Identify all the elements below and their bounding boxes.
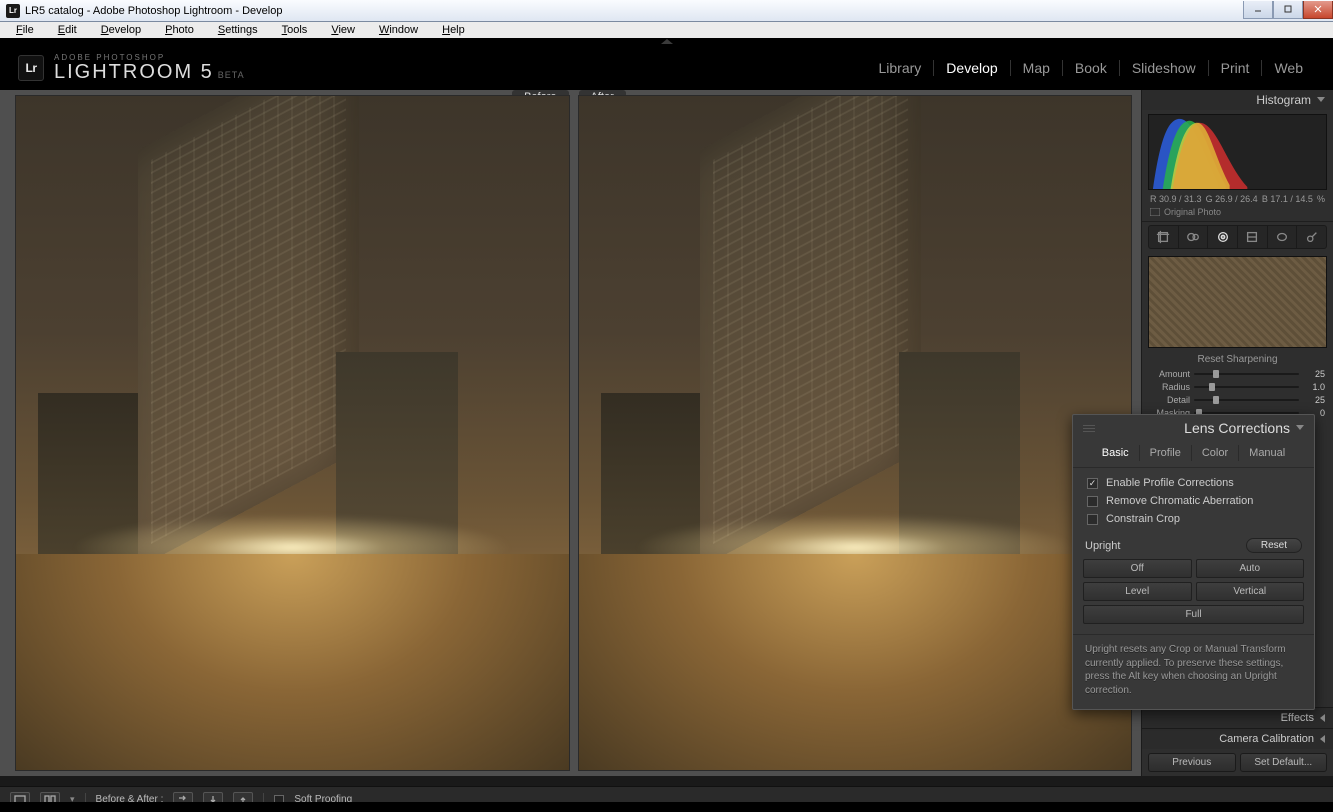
canvas-area: Before After: [0, 90, 1141, 776]
menubar: File Edit Develop Photo Settings Tools V…: [0, 22, 1333, 38]
upright-help-text: Upright resets any Crop or Manual Transf…: [1073, 635, 1314, 709]
lens-tabs: Basic Profile Color Manual: [1073, 441, 1314, 468]
tab-basic[interactable]: Basic: [1092, 445, 1140, 461]
radial-filter-tool[interactable]: [1268, 226, 1298, 248]
redeye-tool[interactable]: [1208, 226, 1238, 248]
upright-full-button[interactable]: Full: [1083, 605, 1304, 624]
upright-level-button[interactable]: Level: [1083, 582, 1192, 601]
histogram[interactable]: [1148, 114, 1327, 190]
module-print[interactable]: Print: [1209, 60, 1263, 76]
menu-tools[interactable]: Tools: [270, 23, 320, 37]
brand-big: LIGHTROOM 5: [54, 61, 214, 83]
module-book[interactable]: Book: [1063, 60, 1120, 76]
checkbox-icon: [1087, 514, 1098, 525]
photo-icon: [1150, 208, 1160, 216]
checkbox-checked-icon: [1087, 478, 1098, 489]
upright-auto-button[interactable]: Auto: [1196, 559, 1305, 578]
enable-profile-corrections-checkbox[interactable]: Enable Profile Corrections: [1073, 474, 1314, 492]
constrain-crop-checkbox[interactable]: Constrain Crop: [1073, 510, 1314, 528]
panel-grip-icon[interactable]: [1083, 425, 1095, 432]
graduated-filter-tool[interactable]: [1238, 226, 1268, 248]
original-photo-row[interactable]: Original Photo: [1142, 206, 1333, 222]
after-pane: After: [579, 96, 1132, 770]
set-default-button[interactable]: Set Default...: [1240, 753, 1328, 772]
effects-panel-header[interactable]: Effects: [1142, 707, 1333, 728]
window-close-button[interactable]: [1303, 1, 1333, 19]
brand-beta: BETA: [218, 70, 245, 80]
slider-radius[interactable]: Radius1.0: [1150, 380, 1325, 393]
module-slideshow[interactable]: Slideshow: [1120, 60, 1209, 76]
module-picker: Library Develop Map Book Slideshow Print…: [867, 60, 1316, 76]
chevron-down-icon: [1317, 97, 1325, 106]
slider-amount[interactable]: Amount25: [1150, 367, 1325, 380]
develop-toolstrip: [1148, 225, 1327, 249]
module-web[interactable]: Web: [1262, 60, 1315, 76]
module-map[interactable]: Map: [1011, 60, 1063, 76]
menu-help[interactable]: Help: [430, 23, 477, 37]
checkbox-icon: [1087, 496, 1098, 507]
camera-calibration-panel-header[interactable]: Camera Calibration: [1142, 728, 1333, 749]
upright-vertical-button[interactable]: Vertical: [1196, 582, 1305, 601]
after-photo[interactable]: [579, 96, 1132, 770]
upright-label: Upright: [1085, 540, 1120, 552]
histogram-panel-header[interactable]: Histogram: [1142, 90, 1333, 110]
upright-off-button[interactable]: Off: [1083, 559, 1192, 578]
menu-settings[interactable]: Settings: [206, 23, 270, 37]
window-minimize-button[interactable]: [1243, 1, 1273, 19]
adjustment-brush-tool[interactable]: [1297, 226, 1326, 248]
menu-edit[interactable]: Edit: [46, 23, 89, 37]
tab-profile[interactable]: Profile: [1140, 445, 1192, 461]
chevron-left-icon: [1320, 714, 1325, 722]
chevron-down-icon[interactable]: [1296, 425, 1304, 434]
previous-button[interactable]: Previous: [1148, 753, 1236, 772]
lens-corrections-title: Lens Corrections: [1184, 420, 1290, 436]
lens-corrections-panel: Lens Corrections Basic Profile Color Man…: [1072, 414, 1315, 710]
chevron-left-icon: [1320, 735, 1325, 743]
window-maximize-button[interactable]: [1273, 1, 1303, 19]
lightroom-logo: Lr: [18, 55, 44, 81]
top-panel-collapse-cue[interactable]: [0, 38, 1333, 46]
app-icon: Lr: [6, 4, 20, 18]
crop-tool[interactable]: [1149, 226, 1179, 248]
sharpening-title[interactable]: Reset Sharpening: [1150, 354, 1325, 365]
remove-chromatic-aberration-checkbox[interactable]: Remove Chromatic Aberration: [1073, 492, 1314, 510]
module-library[interactable]: Library: [867, 60, 935, 76]
tab-color[interactable]: Color: [1192, 445, 1239, 461]
menu-file[interactable]: File: [4, 23, 46, 37]
before-pane: Before: [16, 96, 569, 770]
tab-manual[interactable]: Manual: [1239, 445, 1295, 461]
menu-photo[interactable]: Photo: [153, 23, 206, 37]
slider-detail[interactable]: Detail25: [1150, 393, 1325, 406]
window-titlebar: Lr LR5 catalog - Adobe Photoshop Lightro…: [0, 0, 1333, 22]
histogram-readout: R 30.9 / 31.3G 26.9 / 26.4B 17.1 / 14.5%: [1142, 192, 1333, 206]
upright-reset-button[interactable]: Reset: [1246, 538, 1302, 553]
menu-window[interactable]: Window: [367, 23, 430, 37]
menu-develop[interactable]: Develop: [89, 23, 153, 37]
spot-removal-tool[interactable]: [1179, 226, 1209, 248]
identity-plate: Lr ADOBE PHOTOSHOP LIGHTROOM 5BETA Libra…: [0, 46, 1333, 90]
detail-preview[interactable]: [1148, 256, 1327, 348]
window-title: LR5 catalog - Adobe Photoshop Lightroom …: [25, 5, 282, 17]
before-photo[interactable]: [16, 96, 569, 770]
menu-view[interactable]: View: [319, 23, 367, 37]
module-develop[interactable]: Develop: [934, 60, 1010, 76]
